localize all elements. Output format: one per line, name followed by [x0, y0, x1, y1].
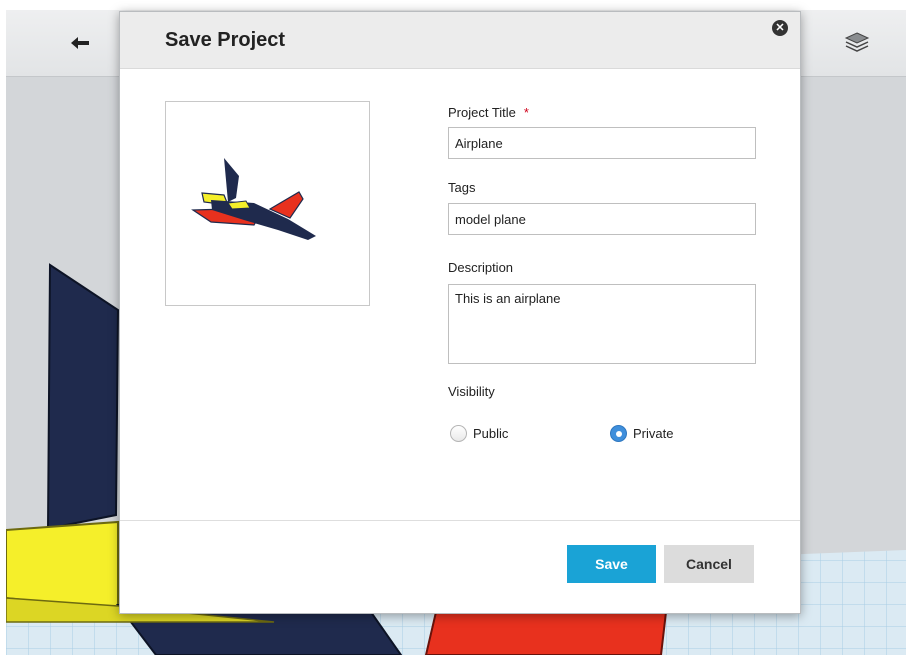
- footer-divider: [120, 520, 800, 521]
- wing-red-shape: [424, 611, 668, 655]
- tags-label: Tags: [448, 180, 476, 195]
- public-option-label: Public: [473, 426, 509, 441]
- dialog-title: Save Project: [165, 29, 286, 51]
- wing-yellow-shape: [6, 520, 119, 612]
- description-textarea[interactable]: This is an airplane: [448, 284, 756, 364]
- description-label: Description: [448, 260, 514, 275]
- visibility-private-radio[interactable]: Private: [610, 425, 673, 442]
- save-project-dialog: Save Project ✕ Project Title* Tags Descr…: [119, 11, 801, 614]
- tail-fin-shape: [46, 263, 120, 532]
- project-title-label: Project Title *: [448, 105, 529, 120]
- tags-input[interactable]: [448, 203, 756, 235]
- private-option-label: Private: [633, 426, 674, 441]
- visibility-public-radio[interactable]: Public: [450, 425, 508, 442]
- save-button[interactable]: Save: [567, 545, 656, 583]
- radio-unselected-icon: [450, 425, 467, 442]
- cancel-button[interactable]: Cancel: [664, 545, 754, 583]
- project-thumbnail: [165, 101, 370, 306]
- project-title-input[interactable]: [448, 127, 756, 159]
- airplane-model-thumbnail: [191, 158, 316, 240]
- required-marker: *: [523, 105, 529, 120]
- dialog-header: Save Project ✕: [120, 12, 800, 69]
- close-icon[interactable]: ✕: [772, 20, 788, 36]
- radio-selected-icon: [610, 425, 627, 442]
- visibility-label: Visibility: [448, 384, 495, 399]
